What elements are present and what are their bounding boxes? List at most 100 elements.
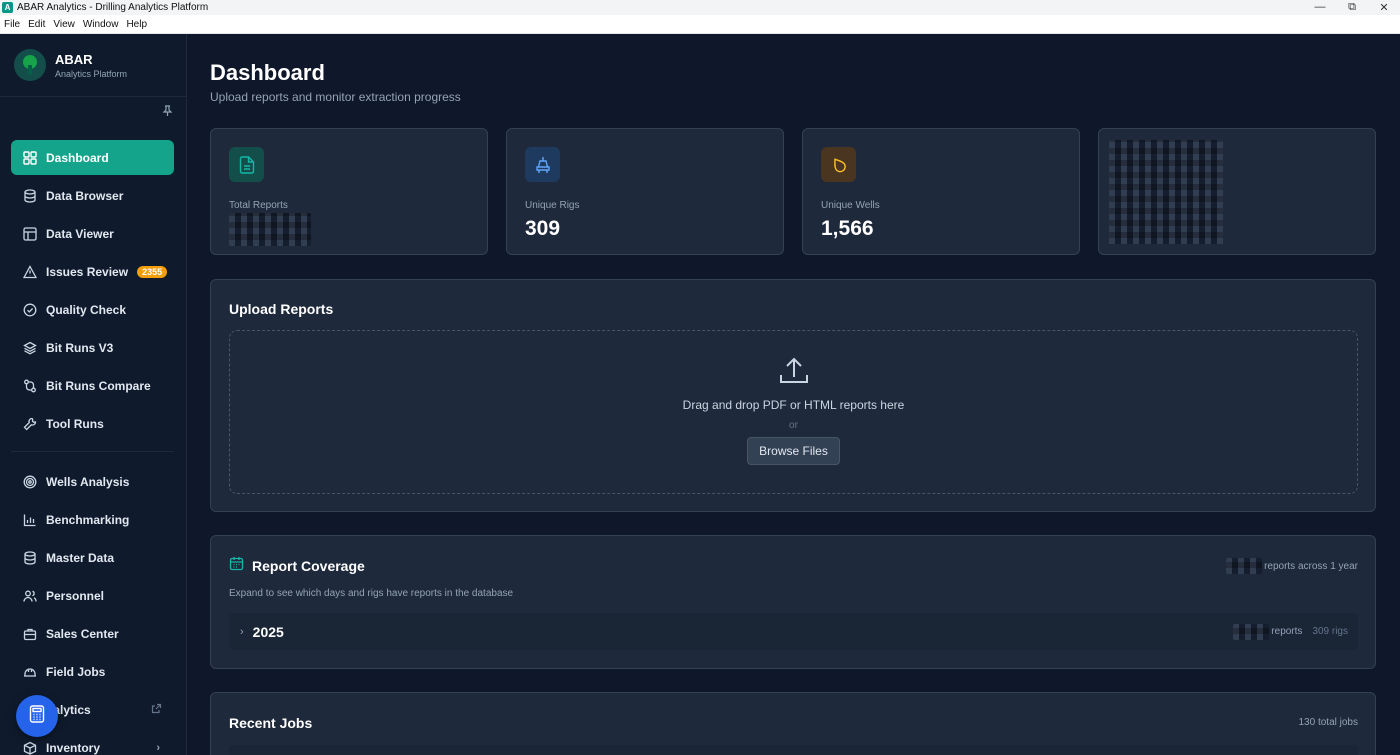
stat-label: Unique Wells xyxy=(821,200,880,211)
sidebar-item-label: Bit Runs Compare xyxy=(46,378,151,393)
redacted-value xyxy=(229,213,311,246)
year-reports: reports xyxy=(1271,626,1303,637)
redacted-count xyxy=(1233,623,1270,640)
stat-label: Unique Rigs xyxy=(525,200,580,211)
briefcase-icon xyxy=(23,627,37,641)
page-title: Dashboard xyxy=(210,60,325,85)
scrollbar[interactable] xyxy=(1390,34,1400,755)
maximize-button[interactable]: ⧉ xyxy=(1336,1,1368,14)
box-icon xyxy=(23,741,37,755)
stat-card-unique-wells: Unique Wells 1,566 xyxy=(802,128,1080,255)
redacted-count xyxy=(1226,558,1263,574)
redacted-image xyxy=(1109,140,1223,244)
stat-label: Total Reports xyxy=(229,200,288,211)
external-link-icon xyxy=(151,703,162,717)
brand-name: ABAR xyxy=(55,51,93,67)
sidebar-item-quality-check[interactable]: Quality Check xyxy=(11,292,174,327)
sidebar-item-benchmarking[interactable]: Benchmarking xyxy=(11,502,174,537)
stat-card-total-reports: Total Reports xyxy=(210,128,488,255)
check-circle-icon xyxy=(23,303,37,317)
sidebar-item-label: Inventory xyxy=(46,740,101,755)
window-title: ABAR Analytics - Drilling Analytics Plat… xyxy=(17,2,209,13)
sidebar-item-data-viewer[interactable]: Data Viewer xyxy=(11,216,174,251)
calculator-icon xyxy=(29,704,45,728)
pin-icon[interactable] xyxy=(162,105,173,120)
stat-card-redacted xyxy=(1098,128,1376,255)
users-icon xyxy=(23,589,37,603)
menu-window[interactable]: Window xyxy=(79,19,123,30)
table-icon xyxy=(23,226,37,241)
stat-value: 1,566 xyxy=(821,217,874,240)
report-coverage-card: Report Coverage reports across 1 year Ex… xyxy=(210,535,1376,669)
sidebar-item-label: Field Jobs xyxy=(46,664,106,679)
browse-files-button[interactable]: Browse Files xyxy=(747,437,840,465)
sidebar-divider xyxy=(11,451,174,452)
sidebar-item-label: Benchmarking xyxy=(46,512,130,527)
sidebar-item-wells-analysis[interactable]: Wells Analysis xyxy=(11,464,174,499)
stat-value: 309 xyxy=(525,217,561,240)
wrench-icon xyxy=(23,417,37,431)
coverage-summary-text: reports across 1 year xyxy=(1264,560,1358,572)
chevron-right-icon: › xyxy=(156,741,160,754)
target-icon xyxy=(23,475,37,489)
issues-count-badge: 2355 xyxy=(137,265,168,278)
calculator-fab-button[interactable] xyxy=(16,695,58,737)
recent-jobs-card: Recent Jobs 130 total jobs xyxy=(210,692,1376,755)
close-button[interactable]: ✕ xyxy=(1368,1,1400,14)
sidebar-item-label: Master Data xyxy=(46,550,115,565)
sidebar-item-master-data[interactable]: Master Data xyxy=(11,540,174,575)
hard-hat-icon xyxy=(23,665,37,679)
sidebar-item-label: Tool Runs xyxy=(46,416,104,431)
grid-icon xyxy=(23,150,37,165)
upload-icon xyxy=(230,355,1357,392)
sidebar-item-data-browser[interactable]: Data Browser xyxy=(11,178,174,213)
sidebar-item-label: Dashboard xyxy=(46,150,109,165)
stats-row: Total Reports Unique Rigs 309 Unique Wel… xyxy=(210,128,1376,255)
warning-icon xyxy=(23,264,37,279)
brand[interactable]: ABAR Analytics Platform xyxy=(0,34,186,97)
sidebar-item-bit-runs-compare[interactable]: Bit Runs Compare xyxy=(11,368,174,403)
coverage-summary: reports across 1 year xyxy=(1226,558,1358,574)
brand-logo xyxy=(14,49,46,81)
menu-help[interactable]: Help xyxy=(122,19,151,30)
sidebar-item-sales-center[interactable]: Sales Center xyxy=(11,616,174,651)
jobs-table-header xyxy=(229,745,1358,755)
minimize-button[interactable]: — xyxy=(1304,1,1336,14)
page-subtitle: Upload reports and monitor extraction pr… xyxy=(210,90,461,104)
sidebar-item-issues-review[interactable]: Issues Review 2355 xyxy=(11,254,174,289)
bar-chart-icon xyxy=(23,513,37,527)
sidebar-item-tool-runs[interactable]: Tool Runs xyxy=(11,406,174,441)
year-rigs: 309 rigs xyxy=(1312,626,1348,637)
window-titlebar: A ABAR Analytics - Drilling Analytics Pl… xyxy=(0,0,1400,15)
rig-icon xyxy=(525,147,560,182)
dropzone-or: or xyxy=(789,420,798,431)
sidebar-item-label: Data Viewer xyxy=(46,226,114,241)
sidebar-item-label: Quality Check xyxy=(46,302,127,317)
menu-file[interactable]: File xyxy=(0,19,24,30)
sidebar-item-label: Sales Center xyxy=(46,626,119,641)
layers-icon xyxy=(23,341,37,355)
upload-reports-card: Upload Reports Drag and drop PDF or HTML… xyxy=(210,279,1376,512)
main-content: Dashboard Upload reports and monitor ext… xyxy=(187,34,1400,755)
calendar-icon xyxy=(229,556,244,576)
chevron-right-icon: › xyxy=(240,625,244,638)
document-icon xyxy=(229,147,264,182)
sidebar-item-label: Issues Review xyxy=(46,264,129,279)
menu-edit[interactable]: Edit xyxy=(24,19,49,30)
brand-subtitle: Analytics Platform xyxy=(55,68,128,79)
app-icon: A xyxy=(2,2,13,13)
recent-jobs-total: 130 total jobs xyxy=(1298,717,1359,728)
year-row-2025[interactable]: › 2025 reports 309 rigs xyxy=(229,613,1358,650)
sidebar-nav: Dashboard Data Browser Data Viewer Issue… xyxy=(11,140,174,755)
coverage-title: Report Coverage xyxy=(252,558,365,574)
sidebar-item-personnel[interactable]: Personnel xyxy=(11,578,174,613)
database-icon xyxy=(23,188,37,203)
sidebar-item-bit-runs-v3[interactable]: Bit Runs V3 xyxy=(11,330,174,365)
stat-card-unique-rigs: Unique Rigs 309 xyxy=(506,128,784,255)
dropzone-text: Drag and drop PDF or HTML reports here xyxy=(682,398,905,412)
file-dropzone[interactable]: Drag and drop PDF or HTML reports here o… xyxy=(229,330,1358,494)
sidebar-item-dashboard[interactable]: Dashboard xyxy=(11,140,174,175)
sidebar-item-field-jobs[interactable]: Field Jobs xyxy=(11,654,174,689)
sidebar-item-label: Wells Analysis xyxy=(46,474,130,489)
menu-view[interactable]: View xyxy=(49,19,79,30)
